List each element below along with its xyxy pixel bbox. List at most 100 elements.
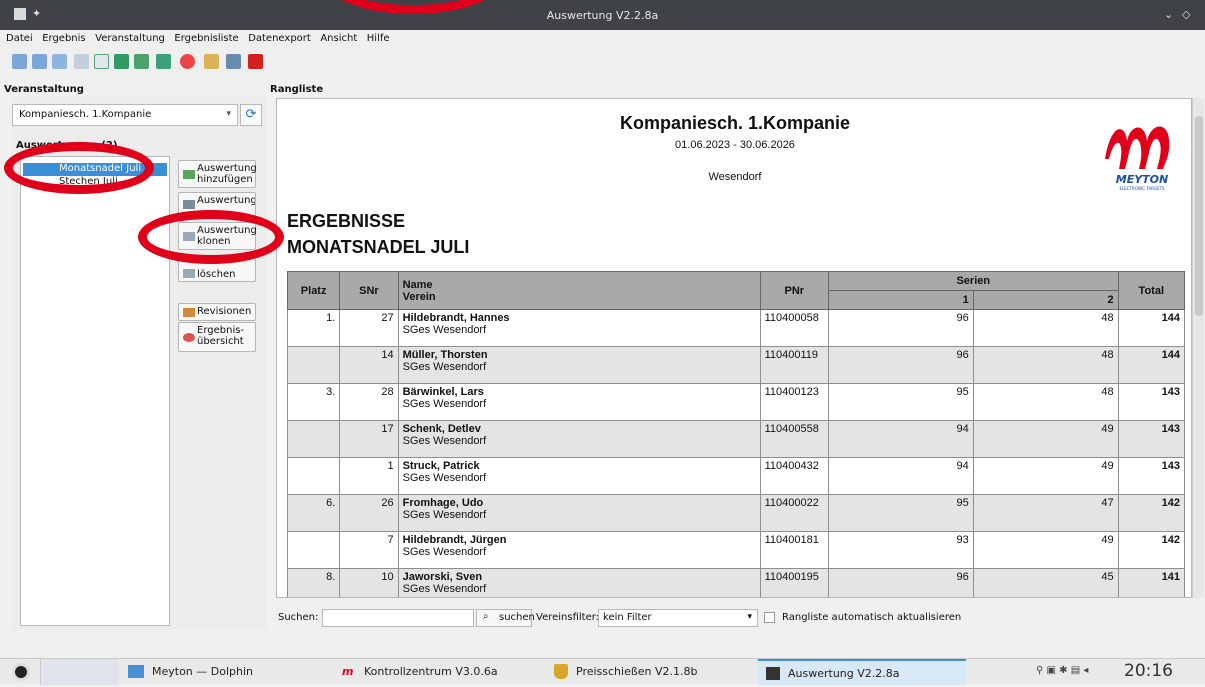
annotation-ring xyxy=(4,142,154,194)
add-evaluation-button[interactable]: Auswertung hinzufügen xyxy=(178,160,257,188)
club-filter-select[interactable]: kein Filter ▾ xyxy=(598,609,758,627)
cell-serie-1: 95 xyxy=(827,494,974,532)
toolbar xyxy=(0,48,1205,78)
task-dolphin-label: Meyton — Dolphin xyxy=(152,665,254,678)
chevron-down-icon: ▾ xyxy=(747,612,752,622)
result-overview-button[interactable]: Ergebnis-übersicht xyxy=(178,322,256,352)
col-serie-2: 2 xyxy=(972,290,1119,310)
scrollbar-thumb[interactable] xyxy=(1195,116,1203,316)
cell-pnr: 110400123 xyxy=(759,383,829,421)
cell-name: Jaworski, Sven SGes Wesendorf xyxy=(397,568,761,597)
heart-icon xyxy=(183,333,195,342)
cell-snr: 14 xyxy=(339,346,399,384)
cell-serie-2: 49 xyxy=(972,457,1119,495)
cell-serie-1: 94 xyxy=(827,420,974,458)
cell-snr: 17 xyxy=(339,420,399,458)
task-auswertung-label: Auswertung V2.2.8a xyxy=(788,667,900,680)
add-icon xyxy=(183,170,195,179)
task-kontrollzentrum[interactable]: m Kontrollzentrum V3.0.6a xyxy=(334,659,542,685)
task-auswertung[interactable]: Auswertung V2.2.8a xyxy=(758,659,966,685)
ranking-table: Platz SNr Name Verein PNr Serien Total 1… xyxy=(286,271,1186,597)
tray-icons[interactable]: ⚲ ▣ ✱ ▤ ◂ xyxy=(1036,665,1088,676)
col-total: Total xyxy=(1117,271,1186,310)
clock[interactable]: 20:16 xyxy=(1124,661,1173,681)
cell-total: 142 xyxy=(1117,494,1186,532)
chevron-down-icon: ▾ xyxy=(226,109,231,119)
table-row: 17 Schenk, Detlev SGes Wesendorf 11040055… xyxy=(286,420,1186,458)
cell-name: Müller, Thorsten SGes Wesendorf xyxy=(397,346,761,384)
event-select[interactable]: Kompaniesch. 1.Kompanie ▾ xyxy=(12,104,238,126)
club-name: SGes Wesendorf xyxy=(402,472,487,484)
target-icon[interactable] xyxy=(180,54,195,69)
revisions-label: Revisionen xyxy=(197,306,252,317)
menu-ansicht[interactable]: Ansicht xyxy=(320,33,357,44)
cell-pnr: 110400195 xyxy=(759,568,829,597)
shooter-name: Schenk, Detlev xyxy=(402,423,481,435)
cell-serie-1: 93 xyxy=(827,531,974,569)
menu-ergebnis[interactable]: Ergebnis xyxy=(42,33,85,44)
table-row: 3. 28 Bärwinkel, Lars SGes Wesendorf 1104… xyxy=(286,383,1186,421)
cell-name: Schenk, Detlev SGes Wesendorf xyxy=(397,420,761,458)
menu-bar: Datei Ergebnis Veranstaltung Ergebnislis… xyxy=(0,30,1205,48)
task-preisschiessen[interactable]: Preisschießen V2.1.8b xyxy=(546,659,754,685)
folder-icon xyxy=(128,665,144,678)
menu-hilfe[interactable]: Hilfe xyxy=(367,33,390,44)
search-input[interactable] xyxy=(322,609,474,627)
table-icon[interactable] xyxy=(134,54,149,69)
export-icon[interactable] xyxy=(74,54,89,69)
print-preview-icon[interactable] xyxy=(52,54,67,69)
shooter-name: Hildebrandt, Hannes xyxy=(402,312,510,324)
cell-snr: 27 xyxy=(339,309,399,347)
table-row: 1. 27 Hildebrandt, Hannes SGes Wesendorf … xyxy=(286,309,1186,347)
calendar-icon[interactable] xyxy=(204,54,219,69)
cell-total: 143 xyxy=(1117,383,1186,421)
spreadsheet-icon[interactable] xyxy=(114,54,129,69)
print-all-icon[interactable] xyxy=(32,54,47,69)
revisions-button[interactable]: Revisionen xyxy=(178,303,256,321)
cell-serie-2: 47 xyxy=(972,494,1119,532)
club-name: SGes Wesendorf xyxy=(402,546,487,558)
minimize-icon[interactable]: ⌄ xyxy=(1164,8,1173,21)
menu-ergebnisliste[interactable]: Ergebnisliste xyxy=(174,33,238,44)
table-row: 14 Müller, Thorsten SGes Wesendorf 110400… xyxy=(286,346,1186,384)
cell-pnr: 110400119 xyxy=(759,346,829,384)
cell-total: 142 xyxy=(1117,531,1186,569)
menu-datenexport[interactable]: Datenexport xyxy=(248,33,311,44)
revisions-icon xyxy=(183,308,195,317)
cell-total: 143 xyxy=(1117,420,1186,458)
cell-total: 144 xyxy=(1117,309,1186,347)
club-name: SGes Wesendorf xyxy=(402,435,487,447)
window-title: Auswertung V2.2.8a xyxy=(546,9,659,22)
club-filter-value: kein Filter xyxy=(603,612,652,623)
power-icon[interactable] xyxy=(248,54,263,69)
menu-datei[interactable]: Datei xyxy=(6,33,33,44)
pdf-icon[interactable] xyxy=(94,54,109,69)
cell-serie-1: 95 xyxy=(827,383,974,421)
cell-serie-2: 48 xyxy=(972,309,1119,347)
cell-serie-2: 49 xyxy=(972,420,1119,458)
club-name: SGes Wesendorf xyxy=(402,324,487,336)
cell-snr: 26 xyxy=(339,494,399,532)
filter-label: Vereinsfilter: xyxy=(536,612,600,623)
desktop-pager[interactable] xyxy=(40,659,118,685)
list-icon[interactable] xyxy=(226,54,241,69)
section-label-rangliste: Rangliste xyxy=(270,84,324,95)
cell-pnr: 110400022 xyxy=(759,494,829,532)
app-icon xyxy=(766,667,780,680)
cell-platz xyxy=(286,531,341,569)
task-dolphin[interactable]: Meyton — Dolphin xyxy=(122,659,330,685)
cell-pnr: 110400432 xyxy=(759,457,829,495)
print-icon[interactable] xyxy=(12,54,27,69)
search-button[interactable]: ⌕ suchen xyxy=(476,609,535,627)
col-serien: Serien xyxy=(827,271,1119,291)
meyton-logo: MEYTON ELECTRONIC TARGETS xyxy=(1097,113,1187,193)
maximize-icon[interactable]: ◇ xyxy=(1182,8,1190,21)
auto-update-checkbox[interactable] xyxy=(764,612,775,623)
sync-icon[interactable] xyxy=(156,54,171,69)
report-scrollbar[interactable] xyxy=(1192,98,1204,598)
start-menu-icon[interactable] xyxy=(12,663,30,681)
cell-snr: 10 xyxy=(339,568,399,597)
col-serie-1: 1 xyxy=(827,290,974,310)
menu-veranstaltung[interactable]: Veranstaltung xyxy=(95,33,165,44)
refresh-button[interactable]: ⟳ xyxy=(240,104,262,126)
